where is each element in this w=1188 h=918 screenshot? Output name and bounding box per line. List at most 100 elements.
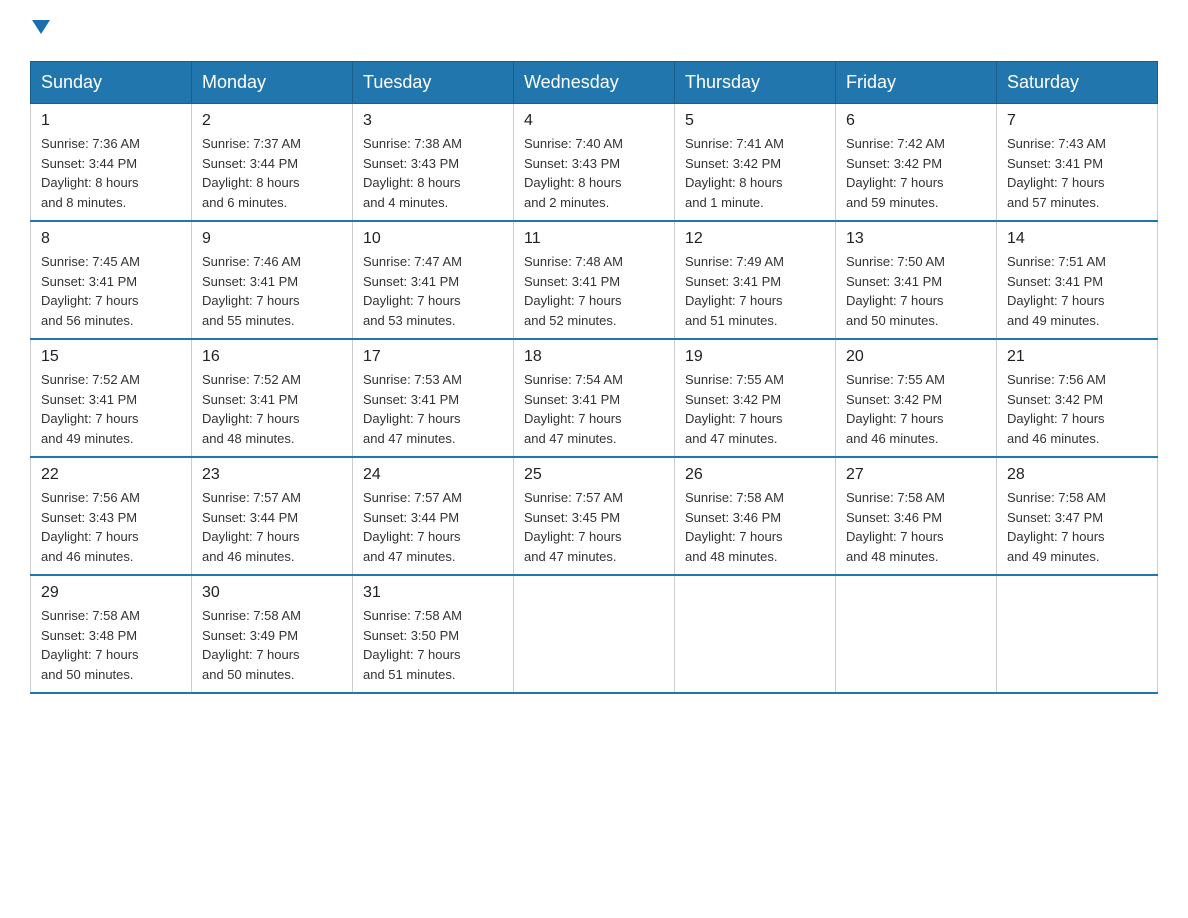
day-number: 20 [846, 348, 986, 366]
table-row: 26 Sunrise: 7:58 AM Sunset: 3:46 PM Dayli… [675, 457, 836, 575]
day-number: 23 [202, 466, 342, 484]
table-row: 28 Sunrise: 7:58 AM Sunset: 3:47 PM Dayli… [997, 457, 1158, 575]
day-info: Sunrise: 7:54 AM Sunset: 3:41 PM Dayligh… [524, 370, 664, 448]
header-thursday: Thursday [675, 62, 836, 104]
day-info: Sunrise: 7:38 AM Sunset: 3:43 PM Dayligh… [363, 134, 503, 212]
day-number: 26 [685, 466, 825, 484]
logo [30, 20, 50, 41]
table-row: 16 Sunrise: 7:52 AM Sunset: 3:41 PM Dayli… [192, 339, 353, 457]
day-info: Sunrise: 7:58 AM Sunset: 3:46 PM Dayligh… [846, 488, 986, 566]
table-row: 14Sunrise: 7:51 AM Sunset: 3:41 PM Dayli… [997, 221, 1158, 339]
table-row: 8 Sunrise: 7:45 AM Sunset: 3:41 PM Daylig… [31, 221, 192, 339]
day-number: 8 [41, 230, 181, 248]
day-info: Sunrise: 7:57 AM Sunset: 3:44 PM Dayligh… [363, 488, 503, 566]
logo-triangle-icon [32, 20, 50, 39]
table-row: 17Sunrise: 7:53 AM Sunset: 3:41 PM Dayli… [353, 339, 514, 457]
day-number: 13 [846, 230, 986, 248]
table-row: 6 Sunrise: 7:42 AM Sunset: 3:42 PM Daylig… [836, 104, 997, 222]
day-info: Sunrise: 7:41 AM Sunset: 3:42 PM Dayligh… [685, 134, 825, 212]
day-number: 2 [202, 112, 342, 130]
day-info: Sunrise: 7:58 AM Sunset: 3:48 PM Dayligh… [41, 606, 181, 684]
table-row: 9Sunrise: 7:46 AM Sunset: 3:41 PM Daylig… [192, 221, 353, 339]
table-row: 4 Sunrise: 7:40 AM Sunset: 3:43 PM Daylig… [514, 104, 675, 222]
table-row: 22 Sunrise: 7:56 AM Sunset: 3:43 PM Dayli… [31, 457, 192, 575]
table-row: 24 Sunrise: 7:57 AM Sunset: 3:44 PM Dayli… [353, 457, 514, 575]
day-number: 21 [1007, 348, 1147, 366]
header-sunday: Sunday [31, 62, 192, 104]
day-number: 16 [202, 348, 342, 366]
day-info: Sunrise: 7:58 AM Sunset: 3:46 PM Dayligh… [685, 488, 825, 566]
table-row: 30 Sunrise: 7:58 AM Sunset: 3:49 PM Dayli… [192, 575, 353, 693]
day-info: Sunrise: 7:45 AM Sunset: 3:41 PM Dayligh… [41, 252, 181, 330]
table-row: 12 Sunrise: 7:49 AM Sunset: 3:41 PM Dayli… [675, 221, 836, 339]
calendar-week-row: 8 Sunrise: 7:45 AM Sunset: 3:41 PM Daylig… [31, 221, 1158, 339]
table-row: 23 Sunrise: 7:57 AM Sunset: 3:44 PM Dayli… [192, 457, 353, 575]
day-info: Sunrise: 7:55 AM Sunset: 3:42 PM Dayligh… [846, 370, 986, 448]
day-number: 4 [524, 112, 664, 130]
table-row: 5 Sunrise: 7:41 AM Sunset: 3:42 PM Daylig… [675, 104, 836, 222]
day-number: 5 [685, 112, 825, 130]
page-header [30, 20, 1158, 41]
table-row: 29 Sunrise: 7:58 AM Sunset: 3:48 PM Dayli… [31, 575, 192, 693]
day-number: 17 [363, 348, 503, 366]
day-info: Sunrise: 7:58 AM Sunset: 3:49 PM Dayligh… [202, 606, 342, 684]
table-row: 1 Sunrise: 7:36 AM Sunset: 3:44 PM Daylig… [31, 104, 192, 222]
table-row: 31Sunrise: 7:58 AM Sunset: 3:50 PM Dayli… [353, 575, 514, 693]
header-tuesday: Tuesday [353, 62, 514, 104]
day-info: Sunrise: 7:43 AM Sunset: 3:41 PM Dayligh… [1007, 134, 1147, 212]
table-row: 2Sunrise: 7:37 AM Sunset: 3:44 PM Daylig… [192, 104, 353, 222]
day-number: 6 [846, 112, 986, 130]
day-number: 24 [363, 466, 503, 484]
day-number: 25 [524, 466, 664, 484]
day-info: Sunrise: 7:42 AM Sunset: 3:42 PM Dayligh… [846, 134, 986, 212]
day-number: 14 [1007, 230, 1147, 248]
calendar-week-row: 15Sunrise: 7:52 AM Sunset: 3:41 PM Dayli… [31, 339, 1158, 457]
day-info: Sunrise: 7:49 AM Sunset: 3:41 PM Dayligh… [685, 252, 825, 330]
day-number: 11 [524, 230, 664, 248]
calendar-week-row: 1 Sunrise: 7:36 AM Sunset: 3:44 PM Daylig… [31, 104, 1158, 222]
day-number: 1 [41, 112, 181, 130]
table-row: 20 Sunrise: 7:55 AM Sunset: 3:42 PM Dayli… [836, 339, 997, 457]
day-number: 22 [41, 466, 181, 484]
table-row: 21 Sunrise: 7:56 AM Sunset: 3:42 PM Dayli… [997, 339, 1158, 457]
day-info: Sunrise: 7:40 AM Sunset: 3:43 PM Dayligh… [524, 134, 664, 212]
day-number: 9 [202, 230, 342, 248]
day-number: 19 [685, 348, 825, 366]
table-row: 19 Sunrise: 7:55 AM Sunset: 3:42 PM Dayli… [675, 339, 836, 457]
day-number: 7 [1007, 112, 1147, 130]
calendar-week-row: 22 Sunrise: 7:56 AM Sunset: 3:43 PM Dayli… [31, 457, 1158, 575]
header-monday: Monday [192, 62, 353, 104]
table-row [514, 575, 675, 693]
day-info: Sunrise: 7:52 AM Sunset: 3:41 PM Dayligh… [202, 370, 342, 448]
table-row: 11 Sunrise: 7:48 AM Sunset: 3:41 PM Dayli… [514, 221, 675, 339]
day-info: Sunrise: 7:55 AM Sunset: 3:42 PM Dayligh… [685, 370, 825, 448]
table-row: 13 Sunrise: 7:50 AM Sunset: 3:41 PM Dayli… [836, 221, 997, 339]
table-row: 15Sunrise: 7:52 AM Sunset: 3:41 PM Dayli… [31, 339, 192, 457]
day-number: 3 [363, 112, 503, 130]
day-info: Sunrise: 7:58 AM Sunset: 3:50 PM Dayligh… [363, 606, 503, 684]
header-friday: Friday [836, 62, 997, 104]
table-row [997, 575, 1158, 693]
day-number: 18 [524, 348, 664, 366]
day-info: Sunrise: 7:58 AM Sunset: 3:47 PM Dayligh… [1007, 488, 1147, 566]
calendar-table: Sunday Monday Tuesday Wednesday Thursday… [30, 61, 1158, 694]
table-row: 7 Sunrise: 7:43 AM Sunset: 3:41 PM Daylig… [997, 104, 1158, 222]
day-info: Sunrise: 7:36 AM Sunset: 3:44 PM Dayligh… [41, 134, 181, 212]
day-info: Sunrise: 7:48 AM Sunset: 3:41 PM Dayligh… [524, 252, 664, 330]
day-number: 29 [41, 584, 181, 602]
table-row: 3 Sunrise: 7:38 AM Sunset: 3:43 PM Daylig… [353, 104, 514, 222]
day-info: Sunrise: 7:50 AM Sunset: 3:41 PM Dayligh… [846, 252, 986, 330]
table-row: 25 Sunrise: 7:57 AM Sunset: 3:45 PM Dayli… [514, 457, 675, 575]
header-wednesday: Wednesday [514, 62, 675, 104]
day-info: Sunrise: 7:57 AM Sunset: 3:44 PM Dayligh… [202, 488, 342, 566]
table-row [836, 575, 997, 693]
day-info: Sunrise: 7:47 AM Sunset: 3:41 PM Dayligh… [363, 252, 503, 330]
day-number: 30 [202, 584, 342, 602]
day-number: 12 [685, 230, 825, 248]
day-info: Sunrise: 7:56 AM Sunset: 3:42 PM Dayligh… [1007, 370, 1147, 448]
day-info: Sunrise: 7:56 AM Sunset: 3:43 PM Dayligh… [41, 488, 181, 566]
calendar-week-row: 29 Sunrise: 7:58 AM Sunset: 3:48 PM Dayli… [31, 575, 1158, 693]
table-row: 27Sunrise: 7:58 AM Sunset: 3:46 PM Dayli… [836, 457, 997, 575]
day-info: Sunrise: 7:57 AM Sunset: 3:45 PM Dayligh… [524, 488, 664, 566]
day-number: 28 [1007, 466, 1147, 484]
